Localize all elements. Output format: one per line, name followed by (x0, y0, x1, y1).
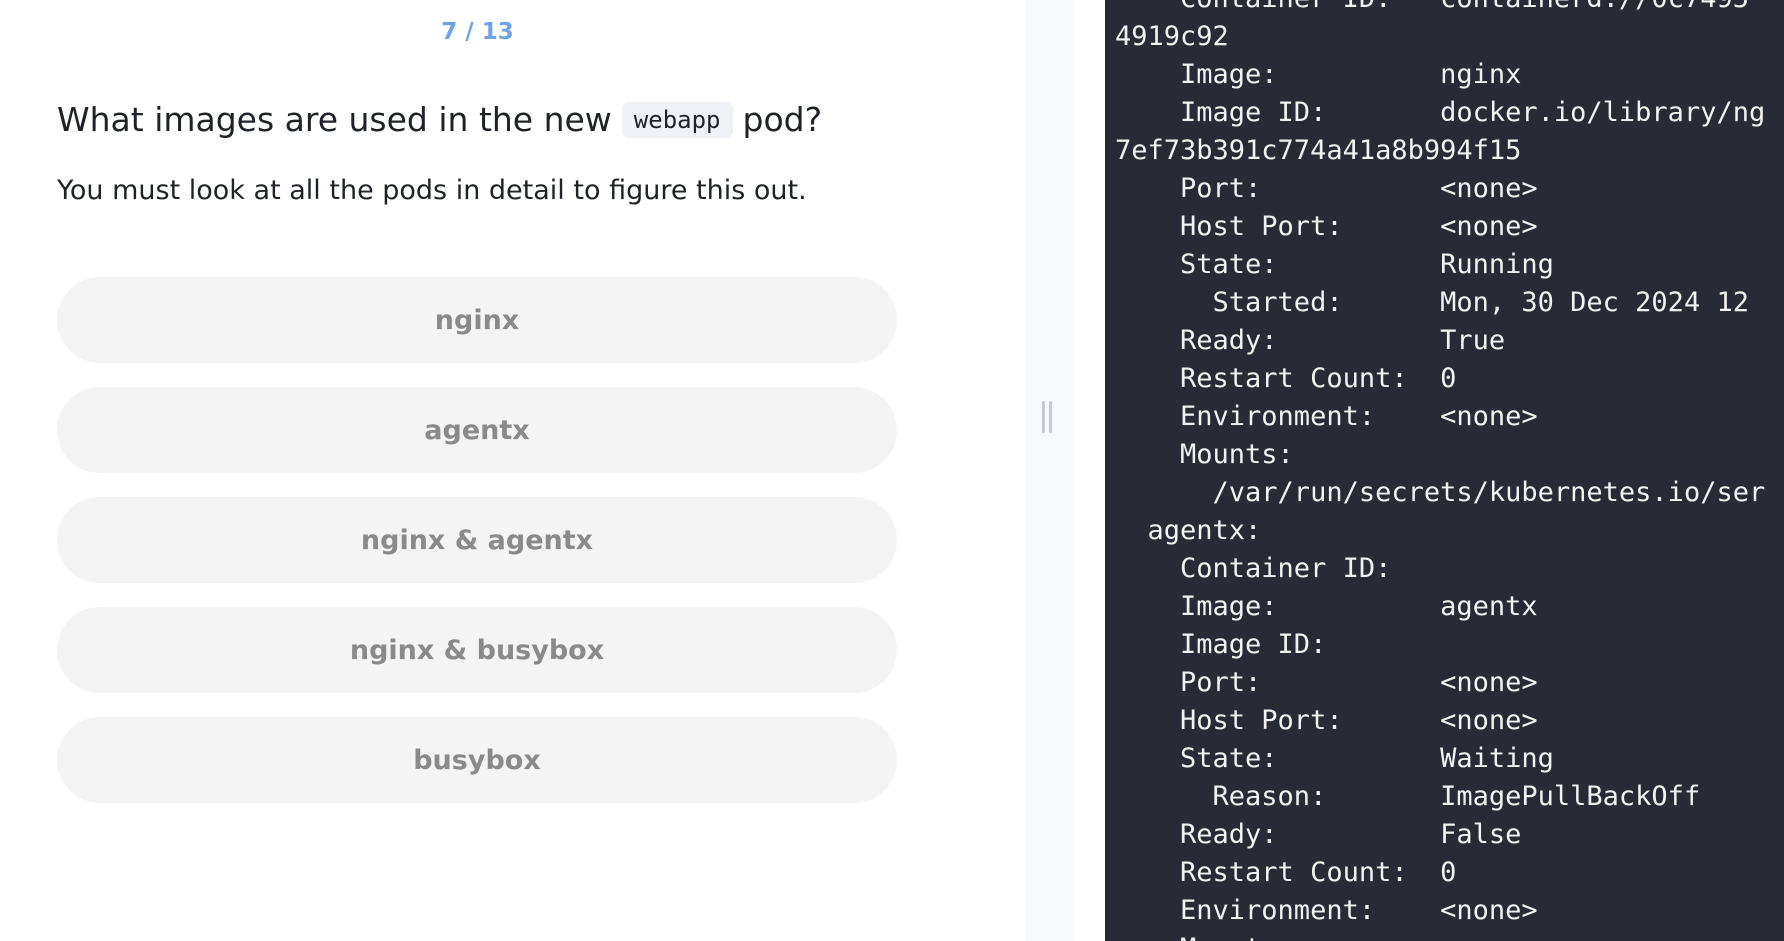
terminal-line: Started: Mon, 30 Dec 2024 12 (1115, 287, 1749, 318)
terminal-line: 7ef73b391c774a41a8b994f15 (1115, 135, 1522, 166)
terminal-line: Container ID: containerd://0c7495 (1115, 0, 1765, 18)
question-text-before: What images are used in the new (57, 100, 612, 139)
option-button[interactable]: agentx (57, 387, 897, 473)
question-text: What images are used in the new webapp p… (57, 100, 822, 139)
terminal-line: Port: <none> (1115, 667, 1538, 698)
terminal-line: Container ID: (1115, 553, 1392, 584)
terminal-line: 4919c92 (1115, 21, 1229, 52)
progress-counter: 7 / 13 (441, 19, 514, 45)
terminal-line: Port: <none> (1115, 173, 1538, 204)
terminal-margin (1073, 0, 1105, 941)
terminal-line: Image: agentx (1115, 591, 1538, 622)
terminal-line: Image ID: docker.io/library/ng (1115, 97, 1766, 128)
terminal-line: Environment: <none> (1115, 401, 1538, 432)
inline-code: webapp (621, 101, 733, 138)
terminal-line: Restart Count: 0 (1115, 857, 1457, 888)
terminal-line: Reason: ImagePullBackOff (1115, 781, 1701, 812)
terminal-line: Image: nginx (1115, 59, 1522, 90)
option-button[interactable]: nginx (57, 277, 897, 363)
terminal-line: Host Port: <none> (1115, 705, 1538, 736)
terminal-line: State: Waiting (1115, 743, 1554, 774)
terminal-line: agentx: (1115, 515, 1262, 546)
option-button[interactable]: nginx & agentx (57, 497, 897, 583)
option-button[interactable]: busybox (57, 717, 897, 803)
option-button[interactable]: nginx & busybox (57, 607, 897, 693)
panel-splitter (1025, 0, 1073, 941)
drag-handle-icon[interactable] (1042, 401, 1052, 433)
question-instructions: You must look at all the pods in detail … (57, 175, 807, 206)
terminal-line: State: Running (1115, 249, 1554, 280)
question-text-after: pod? (742, 100, 823, 139)
answer-options: nginx agentx nginx & agentx nginx & busy… (57, 277, 897, 827)
terminal-line: Host Port: <none> (1115, 211, 1538, 242)
terminal-pane[interactable]: Container ID: containerd://0c7495 4919c9… (1105, 0, 1784, 941)
terminal-output: Container ID: containerd://0c7495 4919c9… (1115, 0, 1765, 941)
terminal-line: /var/run/secrets/kubernetes.io/ser (1115, 477, 1766, 508)
terminal-line: Ready: True (1115, 325, 1506, 356)
terminal-line: Restart Count: 0 (1115, 363, 1457, 394)
terminal-line: Environment: <none> (1115, 895, 1538, 926)
quiz-panel: 7 / 13 What images are used in the new w… (0, 0, 1025, 941)
terminal-line: Mounts: (1115, 930, 1765, 941)
terminal-line: Image ID: (1115, 629, 1327, 660)
terminal-line: Mounts: (1115, 439, 1294, 470)
terminal-line: Ready: False (1115, 819, 1522, 850)
